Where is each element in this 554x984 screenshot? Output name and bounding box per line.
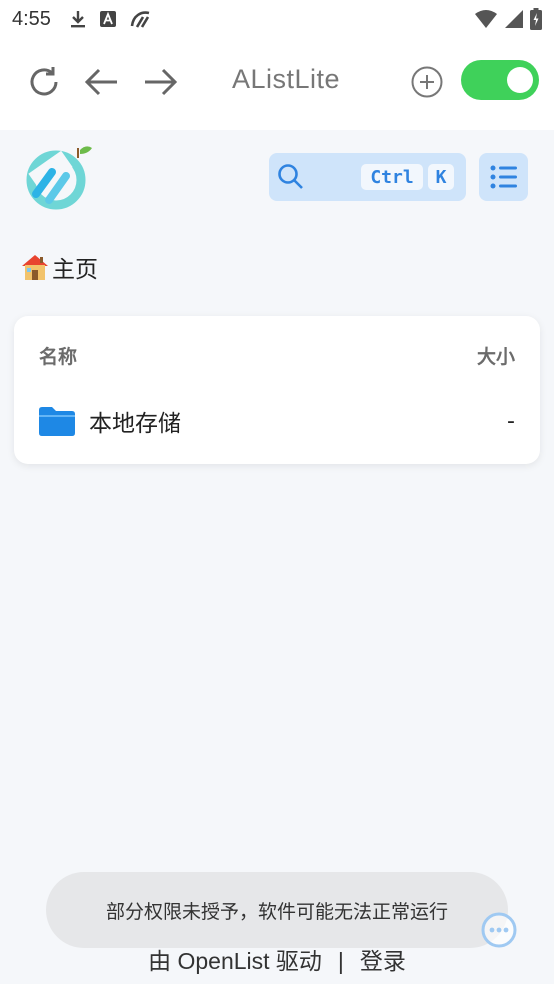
app-title: AListLite (232, 64, 341, 94)
list-icon (490, 165, 517, 189)
arrow-right-icon (145, 68, 178, 96)
column-name-header[interactable]: 名称 (39, 342, 77, 369)
kbd-k: K (428, 164, 454, 190)
back-button[interactable] (82, 62, 122, 102)
home-icon (22, 255, 48, 280)
footer-separator: | (337, 948, 344, 974)
kbd-ctrl: Ctrl (361, 164, 423, 190)
arrow-left-icon (84, 68, 117, 96)
a-icon (99, 11, 116, 27)
view-list-button[interactable] (479, 153, 528, 201)
file-row[interactable]: 本地存储 - (14, 394, 540, 448)
signal-icon (505, 10, 523, 28)
file-list-card: 名称 大小 本地存储 - (14, 316, 540, 464)
content-area: Ctrl K 主页 名称 大小 本地存储 - 部分权限未授予，软件可能无法正常运… (0, 130, 554, 984)
forward-button[interactable] (140, 62, 180, 102)
login-link[interactable]: 登录 (360, 942, 406, 976)
chat-bubble-icon (481, 912, 517, 948)
chat-fab[interactable] (480, 911, 518, 949)
plus-circle-icon (411, 66, 443, 98)
logo-icon (26, 146, 92, 210)
openlist-logo[interactable] (22, 142, 94, 214)
server-toggle[interactable] (461, 60, 539, 100)
status-icons-right (474, 8, 542, 30)
column-size-header[interactable]: 大小 (477, 342, 515, 369)
file-list-header: 名称 大小 (39, 342, 515, 369)
download-icon (70, 11, 85, 28)
add-button[interactable] (407, 62, 447, 102)
folder-icon (39, 407, 75, 436)
status-bar: 4:55 (0, 0, 554, 38)
status-icons-left (69, 8, 153, 30)
app-icon (130, 11, 150, 28)
toast-message: 部分权限未授予，软件可能无法正常运行 (105, 900, 448, 923)
toggle-knob (507, 67, 533, 93)
footer: 由 OpenList 驱动 | 登录 (0, 942, 554, 976)
search-box[interactable]: Ctrl K (269, 153, 466, 201)
search-icon (278, 164, 303, 189)
file-size: - (507, 408, 515, 434)
footer-powered-by[interactable]: 由 OpenList 驱动 (148, 942, 322, 976)
status-time: 4:55 (12, 7, 51, 30)
battery-icon (530, 8, 542, 30)
breadcrumb[interactable]: 主页 (20, 250, 98, 284)
file-name: 本地存储 (89, 411, 181, 437)
refresh-button[interactable] (24, 62, 64, 102)
app-bar: AListLite (0, 38, 554, 130)
wifi-icon (475, 10, 497, 28)
permission-toast: 部分权限未授予，软件可能无法正常运行 (46, 872, 508, 948)
refresh-icon (30, 67, 58, 96)
breadcrumb-home-label: 主页 (52, 257, 98, 283)
